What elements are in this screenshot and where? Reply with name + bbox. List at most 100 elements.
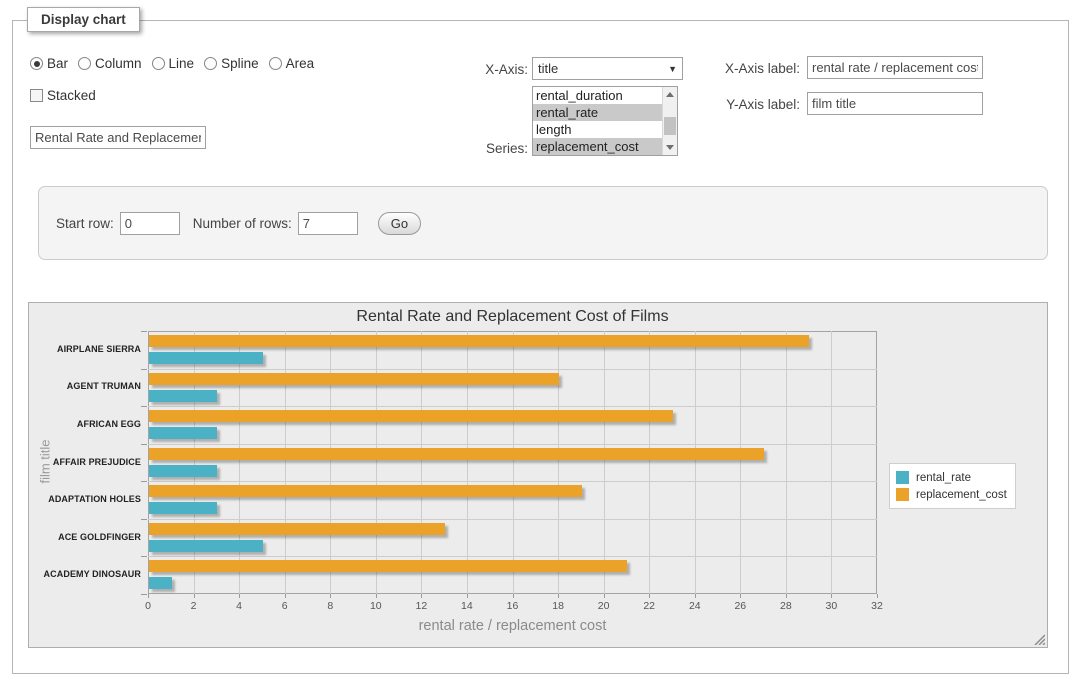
x-tick-mark [376, 594, 377, 598]
listbox-scrollbar[interactable] [662, 87, 677, 155]
x-tick-mark [194, 594, 195, 598]
y-axis-label-input[interactable] [807, 92, 983, 115]
gridline-horizontal [148, 519, 877, 520]
radio-spline[interactable]: Spline [204, 56, 259, 71]
bar-rental_rate [149, 352, 263, 364]
gridline-vertical [467, 331, 468, 594]
x-tick-mark [467, 594, 468, 598]
bar-rental_rate [149, 465, 217, 477]
start-row-input[interactable] [120, 212, 180, 235]
series-option-rental_rate[interactable]: rental_rate [533, 104, 662, 121]
radio-label: Bar [47, 56, 68, 71]
bar-replacement_cost [149, 373, 559, 385]
x-tick-label: 14 [452, 600, 482, 612]
x-axis-select-label: X-Axis: [440, 62, 528, 77]
legend-item: rental_rate [896, 469, 1007, 486]
series-options: rental_durationrental_ratelengthreplacem… [533, 87, 662, 155]
x-tick-mark [285, 594, 286, 598]
bar-replacement_cost [149, 410, 673, 422]
x-tick-mark [330, 594, 331, 598]
start-row-label: Start row: [56, 216, 114, 231]
radio-line[interactable]: Line [152, 56, 195, 71]
y-tick-mark [141, 519, 147, 520]
chart-title-input[interactable] [30, 126, 206, 149]
gridline-horizontal [148, 481, 877, 482]
gridline-horizontal [148, 369, 877, 370]
x-axis-selected-value: title [538, 61, 558, 76]
x-tick-label: 24 [680, 600, 710, 612]
series-select-label: Series: [440, 141, 528, 156]
y-axis-label-label: Y-Axis label: [700, 97, 800, 112]
radio-circle-icon [204, 57, 217, 70]
gridline-vertical [604, 331, 605, 594]
x-tick-label: 28 [771, 600, 801, 612]
x-tick-label: 12 [406, 600, 436, 612]
radio-bar[interactable]: Bar [30, 56, 68, 71]
x-tick-mark [649, 594, 650, 598]
x-tick-mark [513, 594, 514, 598]
chart-type-radios: Bar Column Line Spline Area [30, 56, 324, 71]
gridline-vertical [831, 331, 832, 594]
radio-circle-icon [30, 57, 43, 70]
x-tick-label: 4 [224, 600, 254, 612]
radio-column[interactable]: Column [78, 56, 142, 71]
series-option-rental_duration[interactable]: rental_duration [533, 87, 662, 104]
series-option-replacement_cost[interactable]: replacement_cost [533, 138, 662, 155]
x-tick-label: 2 [179, 600, 209, 612]
gridline-vertical [239, 331, 240, 594]
radio-label: Spline [221, 56, 259, 71]
y-tick-mark [141, 481, 147, 482]
bar-rental_rate [149, 427, 217, 439]
gridline-vertical [421, 331, 422, 594]
category-label: AFRICAN EGG [36, 419, 141, 429]
legend-swatch [896, 471, 909, 484]
x-tick-mark [831, 594, 832, 598]
x-tick-label: 30 [816, 600, 846, 612]
bar-replacement_cost [149, 485, 582, 497]
radio-circle-icon [78, 57, 91, 70]
x-tick-label: 16 [498, 600, 528, 612]
gridline-vertical [695, 331, 696, 594]
y-tick-mark [141, 444, 147, 445]
num-rows-input[interactable] [298, 212, 358, 235]
stacked-checkbox-row[interactable]: Stacked [30, 88, 96, 103]
resize-handle-icon[interactable] [1032, 632, 1045, 645]
gridline-vertical [649, 331, 650, 594]
bar-replacement_cost [149, 560, 627, 572]
fieldset-legend: Display chart [27, 7, 140, 32]
series-listbox[interactable]: rental_durationrental_ratelengthreplacem… [532, 86, 678, 156]
x-tick-label: 10 [361, 600, 391, 612]
radio-label: Column [95, 56, 142, 71]
x-tick-mark [604, 594, 605, 598]
x-axis-select[interactable]: title ▼ [532, 57, 683, 80]
y-tick-mark [141, 406, 147, 407]
go-button[interactable]: Go [378, 212, 421, 235]
series-option-length[interactable]: length [533, 121, 662, 138]
category-label: AFFAIR PREJUDICE [36, 457, 141, 467]
legend-label: replacement_cost [916, 489, 1007, 501]
scroll-down-button[interactable] [663, 140, 677, 155]
x-tick-mark [239, 594, 240, 598]
page: Display chart Bar Column Line Spline Area St… [0, 0, 1081, 681]
x-axis-label-input[interactable] [807, 56, 983, 79]
category-label: AIRPLANE SIERRA [36, 344, 141, 354]
x-tick-label: 22 [634, 600, 664, 612]
x-tick-mark [148, 594, 149, 598]
radio-label: Area [286, 56, 315, 71]
x-tick-label: 6 [270, 600, 300, 612]
x-tick-mark [558, 594, 559, 598]
radio-area[interactable]: Area [269, 56, 315, 71]
x-tick-label: 8 [315, 600, 345, 612]
stacked-label: Stacked [47, 88, 96, 103]
scroll-up-button[interactable] [663, 87, 677, 102]
bar-rental_rate [149, 502, 217, 514]
legend-label: rental_rate [916, 472, 971, 484]
scrollbar-thumb[interactable] [664, 117, 676, 135]
y-tick-mark [141, 556, 147, 557]
chart-title: Rental Rate and Replacement Cost of Film… [148, 308, 877, 326]
stacked-checkbox[interactable] [30, 89, 43, 102]
x-tick-mark [740, 594, 741, 598]
chart-container: Rental Rate and Replacement Cost of Film… [28, 302, 1048, 648]
bar-replacement_cost [149, 448, 764, 460]
gridline-vertical [285, 331, 286, 594]
